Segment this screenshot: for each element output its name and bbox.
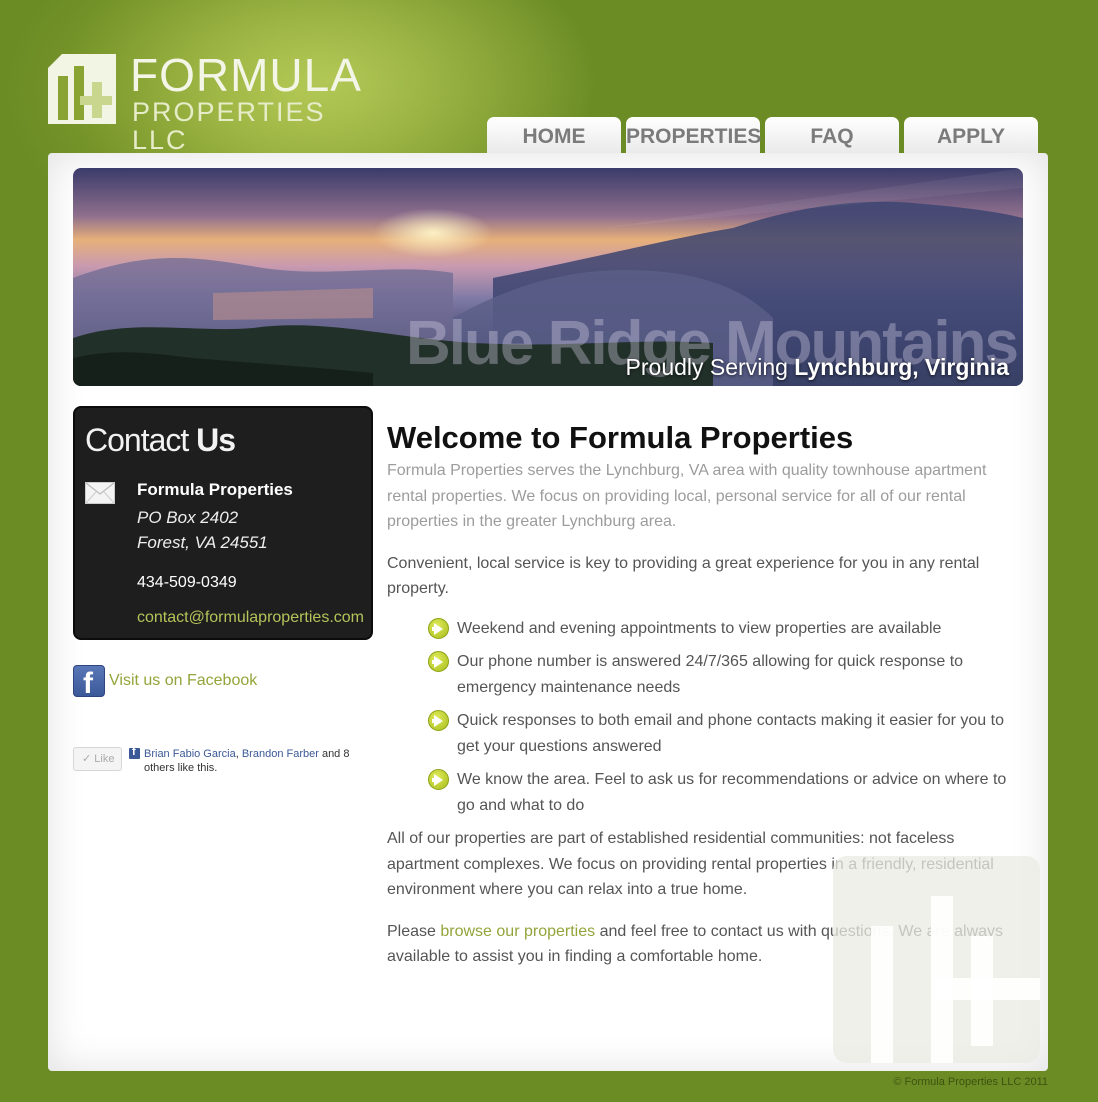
list-item-text: Our phone number is answered 24/7/365 al… xyxy=(457,653,964,696)
envelope-icon xyxy=(85,482,115,504)
contact-title: Contact Us xyxy=(85,422,236,459)
contact-address-line2: Forest, VA 24551 xyxy=(137,533,268,552)
footer-copyright: © Formula Properties LLC 2011 xyxy=(893,1076,1048,1088)
contact-title-bold: Us xyxy=(196,422,236,458)
like-summary: Brian Fabio Garcia, Brandon Farber and 8… xyxy=(144,747,359,775)
friend-link-1[interactable]: Brian Fabio Garcia xyxy=(144,748,236,760)
contact-address-line1: PO Box 2402 xyxy=(137,508,239,527)
list-item: We know the area. Feel to ask us for rec… xyxy=(428,767,1017,818)
list-item-text: Weekend and evening appointments to view… xyxy=(457,619,942,637)
like-button-label: Like xyxy=(94,753,115,765)
contact-box: Contact Us Formula Properties PO Box 240… xyxy=(73,406,373,640)
facebook-link[interactable]: Visit us on Facebook xyxy=(109,672,257,690)
nav-tab-home[interactable]: HOME xyxy=(487,117,621,155)
arrow-right-icon xyxy=(428,710,449,731)
arrow-right-icon xyxy=(428,617,449,639)
contact-phone[interactable]: 434-509-0349 xyxy=(137,574,237,592)
logo-subtitle: PROPERTIES LLC xyxy=(132,97,326,155)
list-item-text: Quick responses to both email and phone … xyxy=(457,712,1004,755)
nav-tab-apply[interactable]: APPLY xyxy=(904,117,1038,155)
banner-tagline-city: Lynchburg, Virginia xyxy=(794,354,1009,380)
banner-tagline-prefix: Proudly Serving xyxy=(625,354,795,380)
contact-email-link[interactable]: contact@formulaproperties.com xyxy=(137,609,364,627)
logo-house-plus-icon xyxy=(48,54,116,124)
contact-company-name: Formula Properties xyxy=(137,480,293,499)
arrow-right-icon xyxy=(428,769,449,790)
facebook-small-icon: f xyxy=(129,746,140,759)
arrow-right-icon xyxy=(428,651,449,672)
watermark-logo-icon xyxy=(833,856,1040,1063)
page-title: Welcome to Formula Properties xyxy=(387,420,854,455)
browse-properties-link[interactable]: browse our properties xyxy=(440,923,595,940)
hero-banner: Blue Ridge Mountains Proudly Serving Lyn… xyxy=(73,168,1023,386)
content-panel: Blue Ridge Mountains Proudly Serving Lyn… xyxy=(48,153,1048,1071)
friend-link-2[interactable]: Brandon Farber xyxy=(242,748,319,760)
list-item: Quick responses to both email and phone … xyxy=(428,708,1017,759)
nav-tab-faq[interactable]: FAQ xyxy=(765,117,899,155)
list-item: Our phone number is answered 24/7/365 al… xyxy=(428,649,1017,700)
facebook-like-box: ✓ Like f Brian Fabio Garcia, Brandon Far… xyxy=(73,746,363,787)
logo[interactable]: FORMULA PROPERTIES LLC xyxy=(48,49,378,154)
like-button[interactable]: ✓ Like xyxy=(73,747,122,771)
browse-text-before: Please xyxy=(387,922,441,940)
list-item: Weekend and evening appointments to view… xyxy=(428,616,1017,642)
nav-tab-properties[interactable]: PROPERTIES xyxy=(626,117,761,155)
features-list: Weekend and evening appointments to view… xyxy=(428,616,1017,819)
list-item-text: We know the area. Feel to ask us for rec… xyxy=(457,771,1007,814)
intro-paragraph: Formula Properties serves the Lynchburg,… xyxy=(387,462,987,530)
banner-tagline: Proudly Serving Lynchburg, Virginia xyxy=(626,354,1009,381)
facebook-icon[interactable]: f xyxy=(73,665,105,700)
contact-title-light: Contact xyxy=(85,422,197,458)
logo-title: FORMULA xyxy=(130,49,362,101)
service-paragraph: Convenient, local service is key to prov… xyxy=(387,554,980,598)
